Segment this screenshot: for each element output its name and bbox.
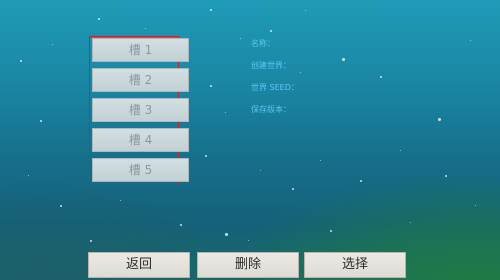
slot-1-button[interactable]: 槽 1 <box>92 38 189 62</box>
star <box>360 180 362 182</box>
star <box>410 222 411 223</box>
star <box>330 230 332 232</box>
star <box>292 188 294 190</box>
back-button[interactable]: 返回 <box>88 252 190 278</box>
star <box>210 85 212 87</box>
star <box>380 76 382 78</box>
star <box>300 72 301 73</box>
star <box>28 175 29 176</box>
star <box>90 240 92 242</box>
star <box>445 175 447 177</box>
star <box>248 240 249 241</box>
star <box>438 118 441 121</box>
star <box>305 10 306 11</box>
slot-3-button[interactable]: 槽 3 <box>92 98 189 122</box>
slot-2-button[interactable]: 槽 2 <box>92 68 189 92</box>
star <box>240 38 241 39</box>
created-world-label: 创建世界： <box>251 61 291 70</box>
star <box>180 224 182 226</box>
star <box>60 205 62 207</box>
star <box>270 30 272 32</box>
slot-5-button[interactable]: 槽 5 <box>92 158 189 182</box>
save-info-panel: 名称： 创建世界： 世界 SEED： 保存版本： <box>251 38 299 126</box>
world-seed-label: 世界 SEED： <box>251 83 299 92</box>
star <box>120 200 121 201</box>
star <box>225 233 228 236</box>
star <box>52 44 53 45</box>
star <box>400 150 401 151</box>
star <box>210 9 212 11</box>
name-label: 名称： <box>251 39 275 48</box>
star <box>205 155 207 157</box>
star <box>98 18 100 20</box>
slot-4-button[interactable]: 槽 4 <box>92 128 189 152</box>
star <box>225 112 226 113</box>
star <box>470 40 471 41</box>
star <box>260 170 261 171</box>
save-version-label: 保存版本： <box>251 105 291 114</box>
star <box>145 28 146 29</box>
star <box>320 160 321 161</box>
delete-button[interactable]: 删除 <box>197 252 299 278</box>
star <box>342 58 345 61</box>
star <box>40 120 42 122</box>
star <box>475 205 476 206</box>
select-button[interactable]: 选择 <box>304 252 406 278</box>
star <box>20 60 22 62</box>
